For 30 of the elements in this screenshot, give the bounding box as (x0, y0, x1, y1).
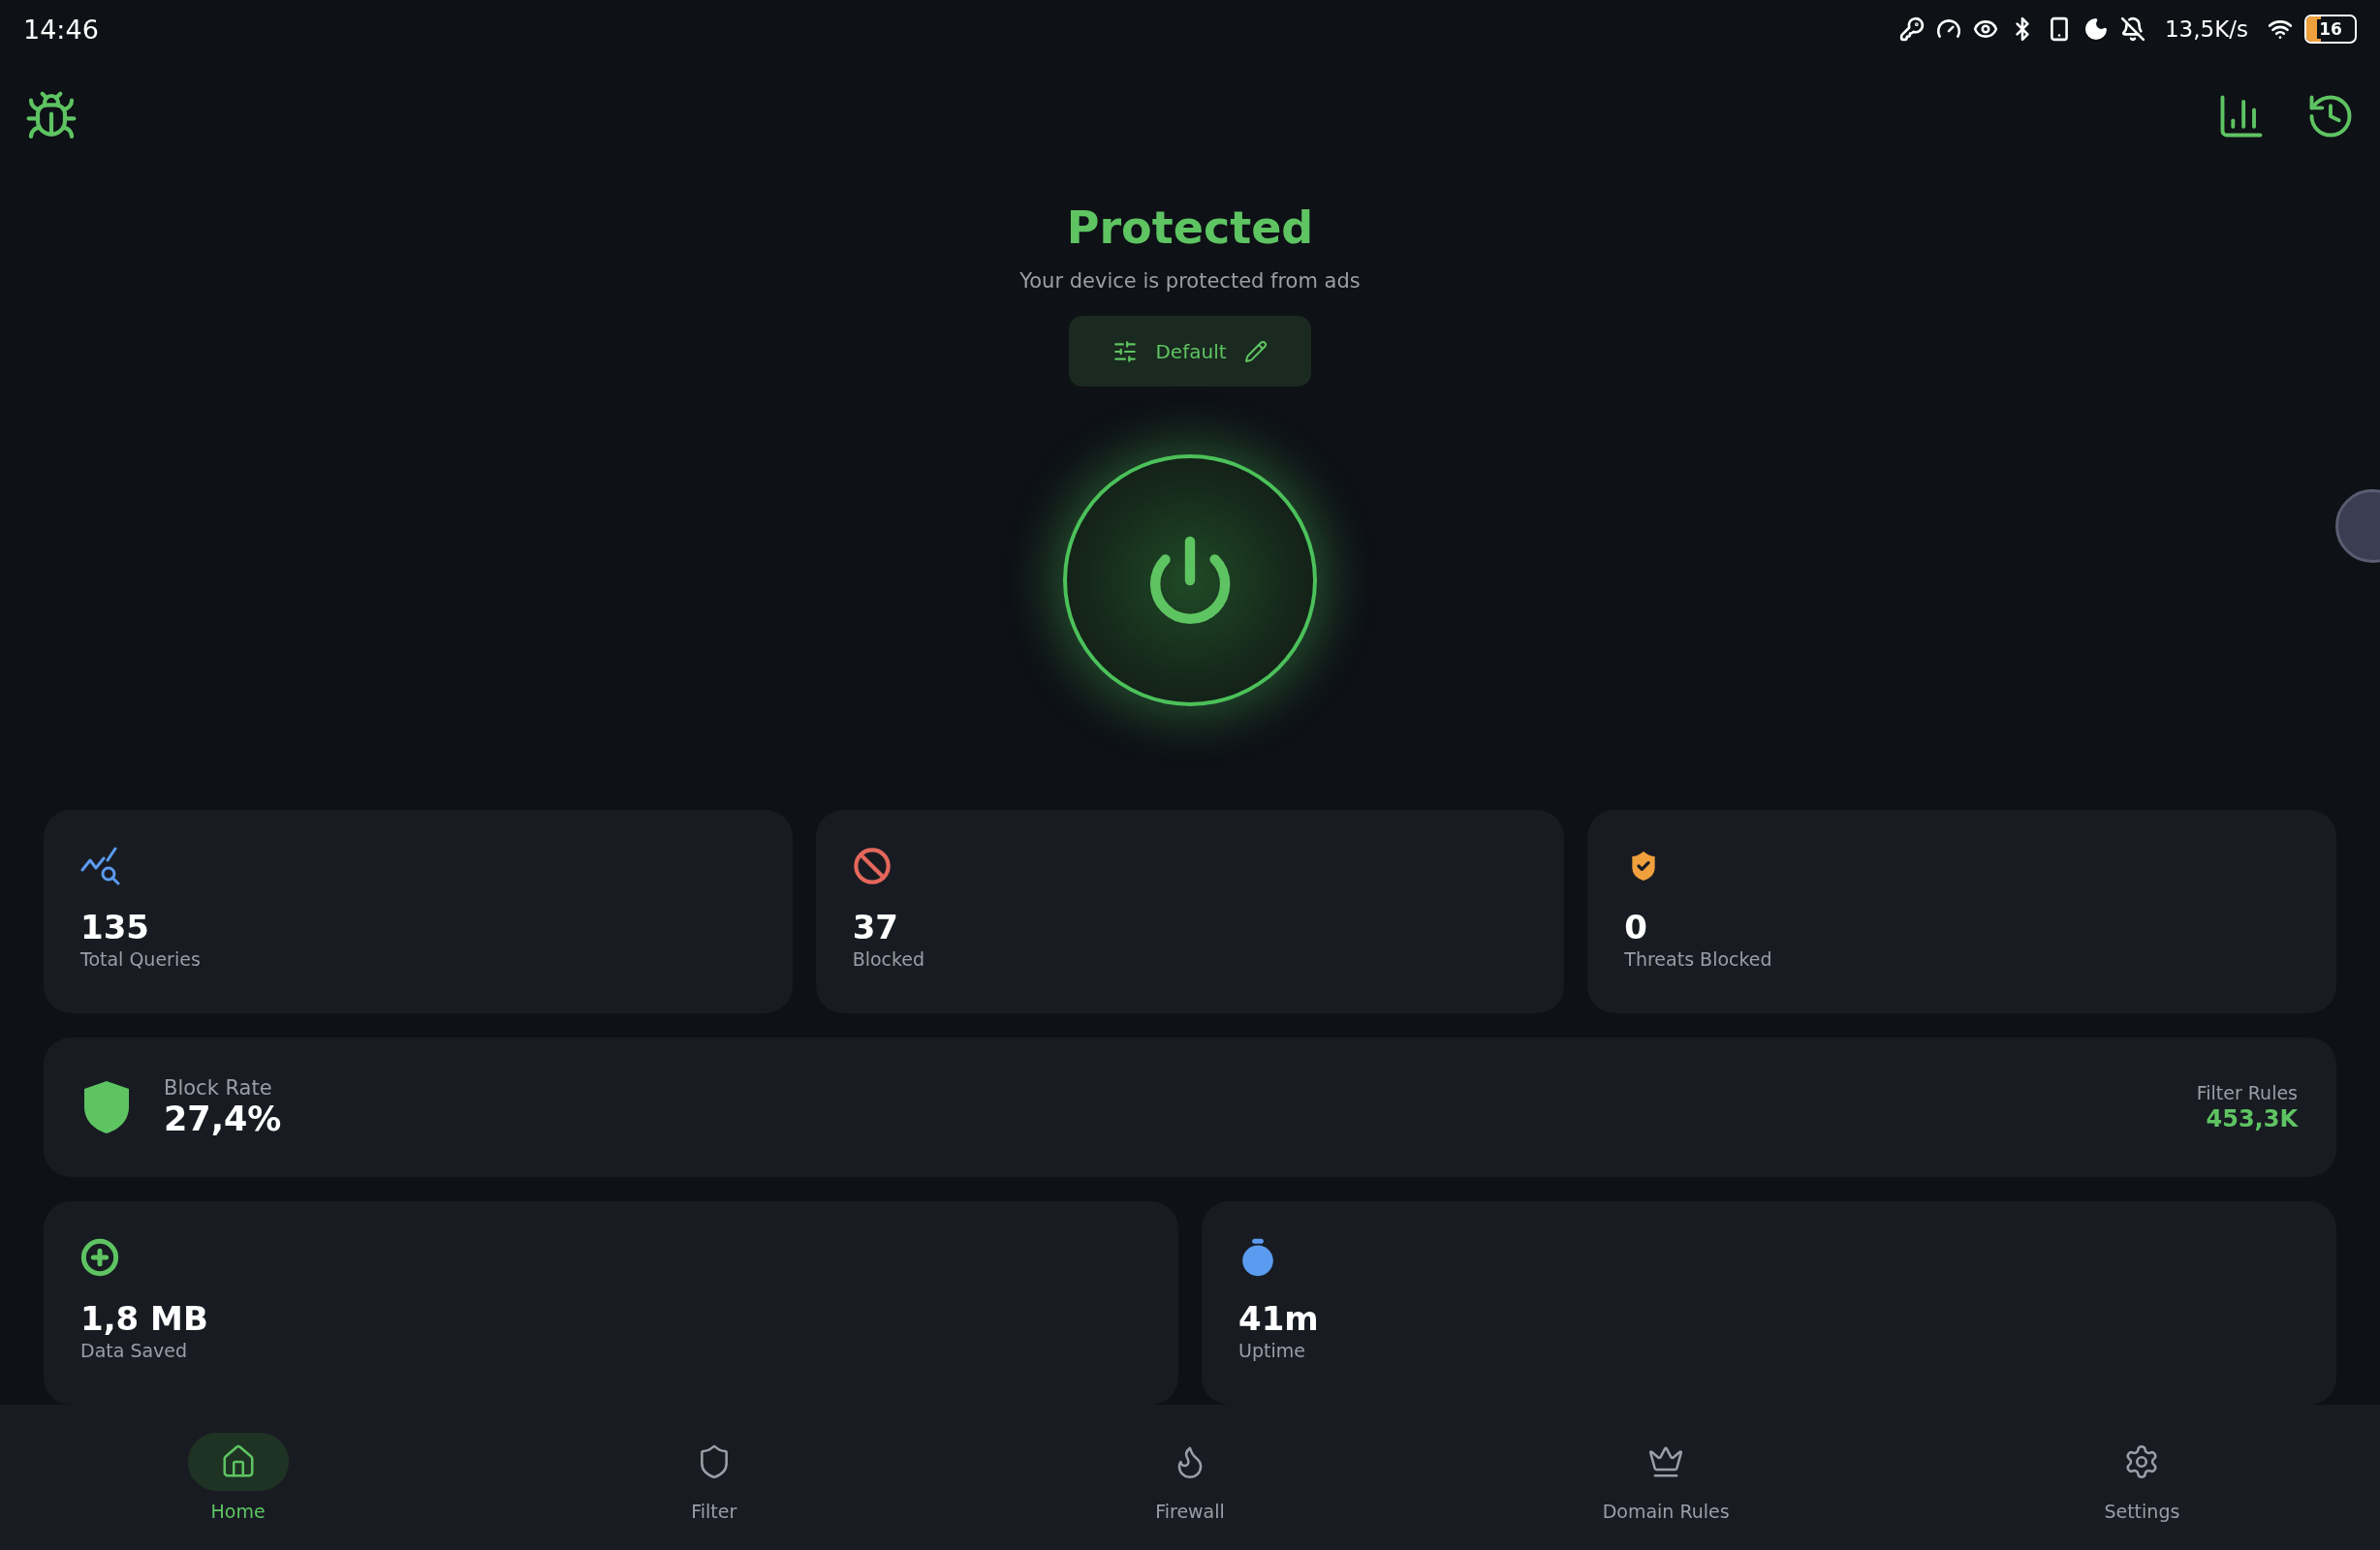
block-rate-label: Block Rate (164, 1076, 273, 1100)
network-speed: 13,5K/s (2164, 16, 2248, 42)
nav-tab[interactable]: Settings (2085, 1432, 2199, 1523)
bell-off-icon (2119, 16, 2145, 42)
stat-value: 37 (852, 907, 898, 947)
key-icon (1898, 16, 1925, 42)
battery-icon: 16 (2304, 15, 2357, 44)
status-subtitle: Your device is protected from ads (1019, 268, 1361, 294)
stat-value: 135 (80, 907, 149, 947)
stat-label: Uptime (1238, 1339, 1305, 1362)
block-rate-value: 27,4% (164, 1100, 282, 1138)
nav-tab[interactable]: Firewall (1134, 1432, 1246, 1523)
nav-tab[interactable]: Domain Rules (1596, 1432, 1736, 1523)
nav-tab[interactable]: Filter (657, 1432, 770, 1523)
stat-value: 1,8 MB (80, 1298, 208, 1339)
stat-label: Data Saved (80, 1339, 188, 1362)
stat-label: Threats Blocked (1624, 947, 1772, 971)
filter-rules-label: Filter Rules (2196, 1081, 2298, 1104)
sliders-icon (1112, 338, 1139, 364)
stat-label: Total Queries (80, 947, 201, 971)
profile-button[interactable]: Default (1069, 316, 1311, 388)
pencil-icon (1243, 339, 1268, 363)
clock-time: 14:46 (23, 14, 99, 45)
stat-value: 41m (1238, 1298, 1319, 1339)
filter-rules-value: 453,3K (2206, 1104, 2298, 1133)
stat-label: Blocked (852, 947, 925, 971)
status-title: Protected (1066, 201, 1314, 255)
shield-icon (82, 1079, 131, 1135)
stat-value: 0 (1624, 907, 1647, 947)
moon-icon (2082, 16, 2109, 42)
